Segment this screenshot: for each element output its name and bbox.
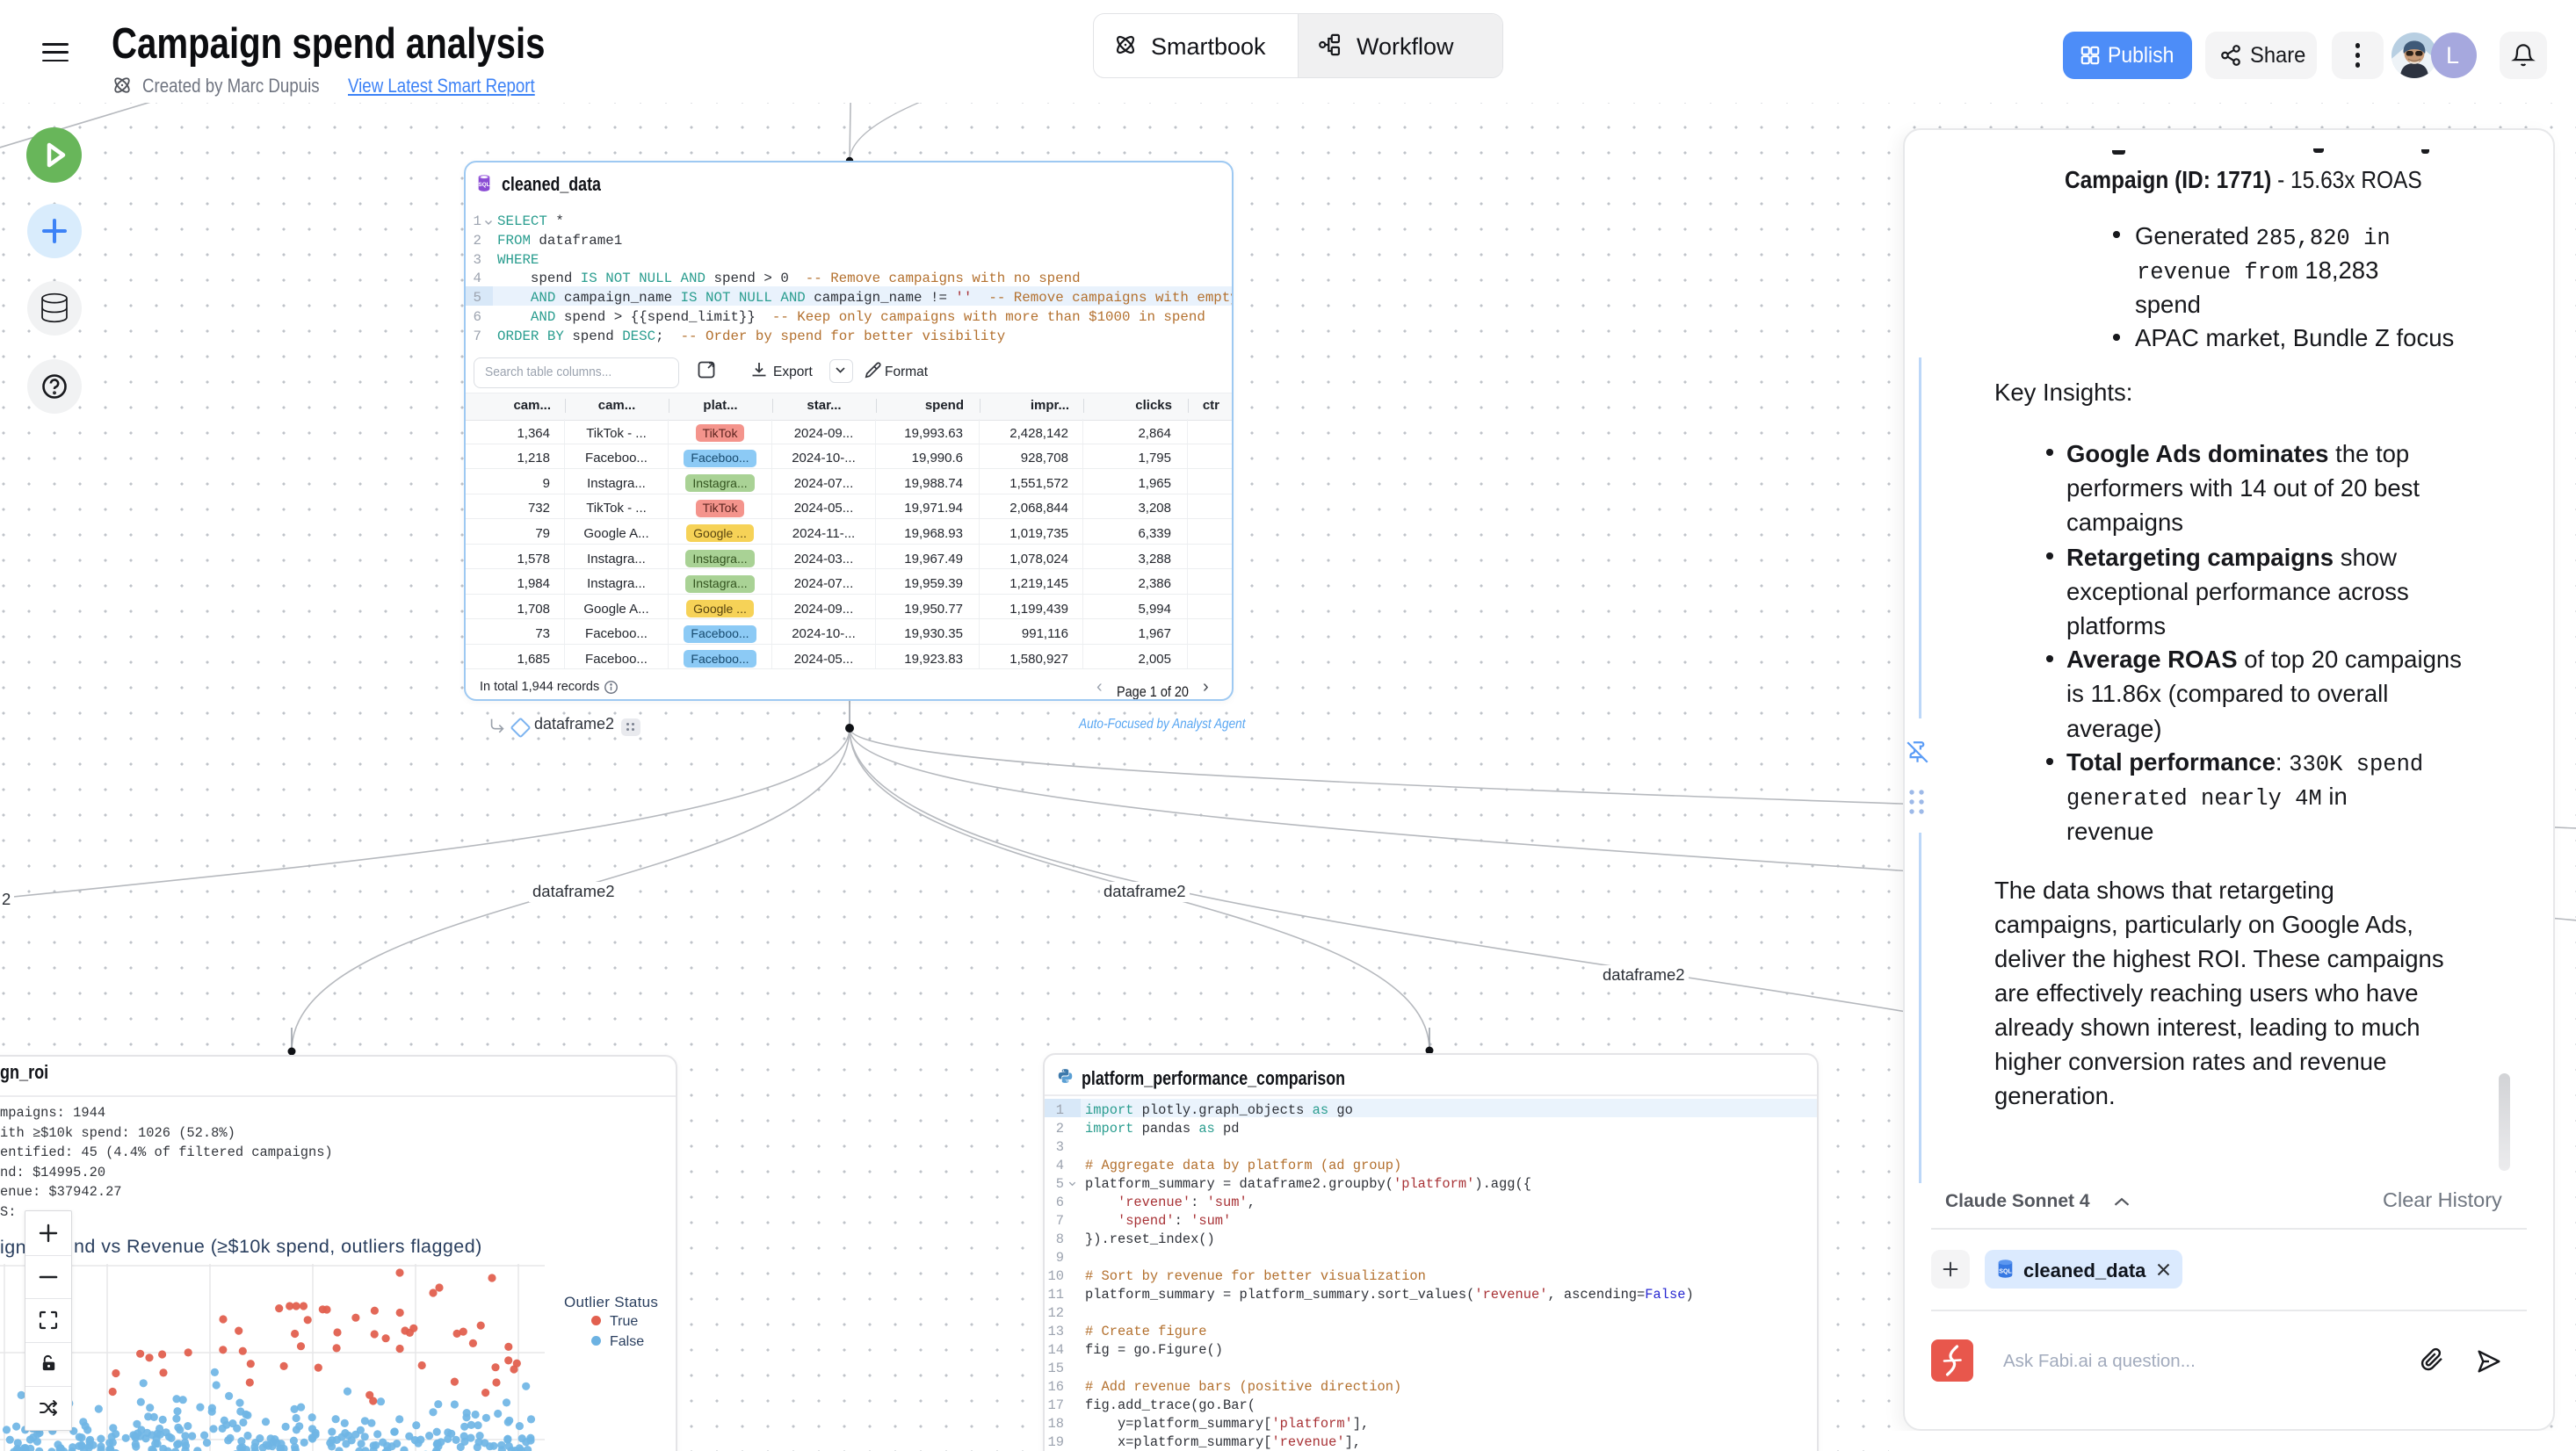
svg-text:SQL: SQL — [478, 182, 489, 188]
svg-text:SQL: SQL — [1999, 1267, 2012, 1274]
